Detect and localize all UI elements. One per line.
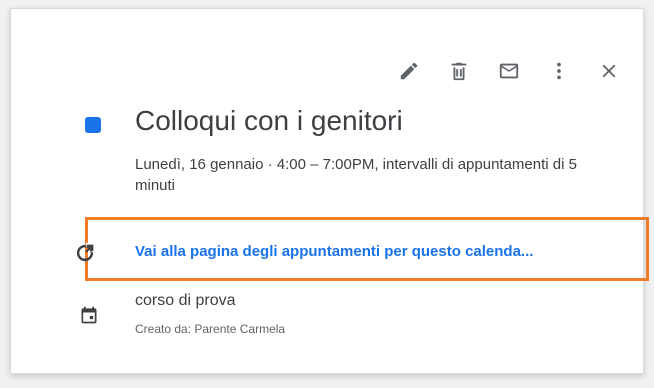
delete-button[interactable]: [439, 51, 479, 91]
event-details-card: Colloqui con i genitori Lunedì, 16 genna…: [10, 8, 649, 374]
created-by-label: Creato da: Parente Carmela: [135, 322, 286, 336]
more-vert-icon: [557, 62, 561, 80]
appointment-page-link[interactable]: Vai alla pagina degli appuntamenti per q…: [135, 243, 533, 260]
mail-icon: [499, 63, 519, 79]
calendar-icon: [81, 306, 97, 324]
trash-icon: [451, 62, 467, 81]
more-options-button[interactable]: [539, 51, 579, 91]
close-button[interactable]: [589, 51, 629, 91]
email-guests-button[interactable]: [489, 51, 529, 91]
event-datetime: Lunedì, 16 gennaio · 4:00 – 7:00PM, inte…: [135, 156, 577, 194]
event-title: Colloqui con i genitori: [135, 105, 403, 136]
open-in-new-icon: [76, 242, 96, 262]
event-color-indicator: [85, 117, 101, 133]
close-icon: [602, 64, 616, 78]
edit-button[interactable]: [389, 51, 429, 91]
calendar-name: corso di prova: [135, 292, 236, 309]
event-toolbar: [389, 51, 629, 91]
pencil-icon: [400, 62, 418, 80]
